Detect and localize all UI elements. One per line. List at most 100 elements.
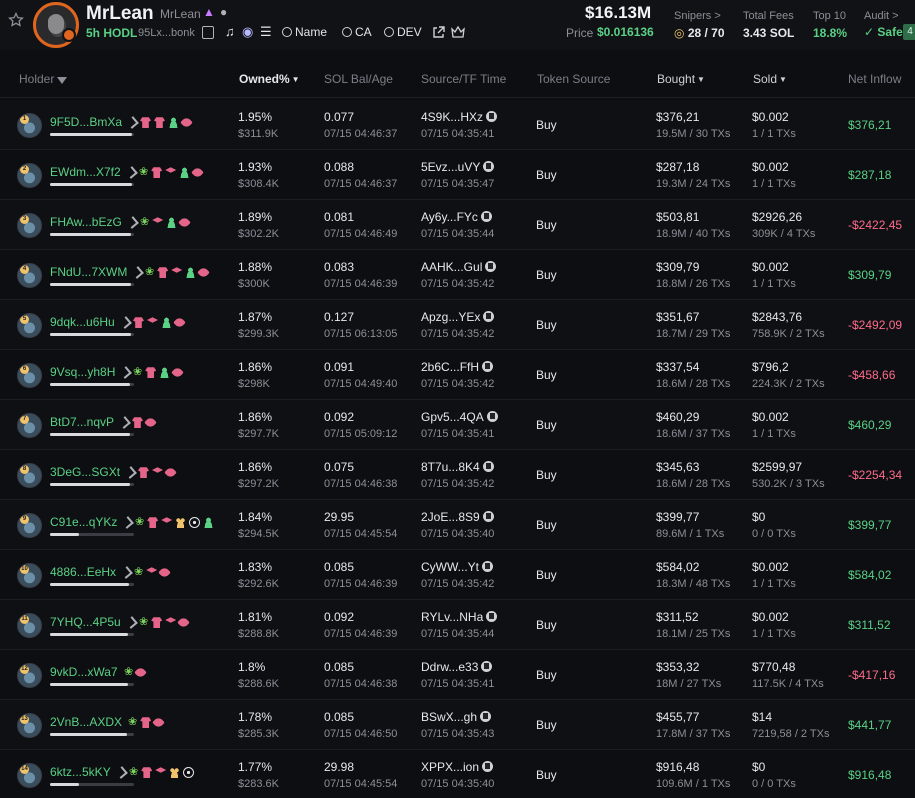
col-bought[interactable]: Bought ▼ xyxy=(657,72,705,86)
holder-address[interactable]: FNdU...7XWM xyxy=(50,265,127,279)
bought-usd: $345,63 xyxy=(656,460,700,474)
wallet-age: 07/15 04:45:54 xyxy=(324,778,398,790)
star-icon[interactable] xyxy=(8,12,24,28)
sprout-icon: ❀ xyxy=(135,516,145,529)
edit-icon xyxy=(125,616,138,630)
crown-icon[interactable] xyxy=(451,26,465,38)
col-sold[interactable]: Sold ▼ xyxy=(753,72,787,86)
table-row[interactable]: 9 C91e...qYKz ❀ 1.84% $294.5K 29.95 07/15 04:4… xyxy=(0,500,915,550)
col-token-source[interactable]: Token Source xyxy=(537,72,610,86)
holding-bar xyxy=(50,233,134,236)
filter-icon[interactable] xyxy=(57,77,68,84)
source-wallet[interactable]: 8T7u...8K4 xyxy=(421,460,494,474)
table-row[interactable]: 8 3DeG...SGXt 1.86% $297.2K 0.075 07/15 04:46… xyxy=(0,450,915,500)
source-wallet[interactable]: 4S9K...HXz xyxy=(421,110,498,124)
holder-address[interactable]: 6ktz...5kKY xyxy=(50,765,111,779)
table-row[interactable]: 2 EWdm...X7f2 ❀ 1.93% $308.4K 0.088 07/15 04:4… xyxy=(0,150,915,200)
bought-detail: 89.6M / 1 TXs xyxy=(656,528,725,540)
holder-address[interactable]: 2VnB...AXDX xyxy=(50,715,122,729)
source-wallet[interactable]: 5Evz...uVY xyxy=(421,160,495,174)
table-row[interactable]: 1 9F5D...BmXa 1.95% $311.9K 0.077 07/15 04:46… xyxy=(0,100,915,150)
source-wallet[interactable]: BSwX...gh xyxy=(421,710,492,724)
table-row[interactable]: 14 6ktz...5kKY ❀ 1.77% $283.6K 29.98 07/15 04:… xyxy=(0,750,915,798)
fish-icon xyxy=(197,266,211,280)
website-icon[interactable]: ☰ xyxy=(260,24,272,40)
sold-usd: $796,2 xyxy=(752,360,789,374)
token-source-type: Buy xyxy=(536,418,557,432)
fish-icon xyxy=(144,416,157,430)
contract-address[interactable]: 95Lx...bonk xyxy=(138,27,195,39)
search-ca-link[interactable]: CA xyxy=(342,25,372,39)
tf-time: 07/15 04:35:42 xyxy=(421,328,495,340)
wallet-age: 07/15 04:46:39 xyxy=(324,278,398,290)
tiktok-icon[interactable]: ♫ xyxy=(225,24,235,39)
source-wallet[interactable]: CyWW...Yt xyxy=(421,560,493,574)
holding-bar xyxy=(50,483,134,486)
tf-time: 07/15 04:35:41 xyxy=(421,678,495,690)
tf-time: 07/15 04:35:44 xyxy=(421,628,495,640)
stack-icon xyxy=(146,567,158,573)
source-wallet[interactable]: 2b6C...FfH xyxy=(421,360,494,374)
sold-detail: 1 / 1 TXs xyxy=(752,428,796,440)
holder-address[interactable]: 4886...EeHx xyxy=(50,565,116,579)
sol-balance: 0.085 xyxy=(324,560,355,574)
source-wallet[interactable]: Ay6y...FYc xyxy=(421,210,492,224)
source-wallet[interactable]: Gpv5...4QA xyxy=(421,410,498,424)
holder-address[interactable]: 9F5D...BmXa xyxy=(50,115,122,129)
col-source[interactable]: Source/TF Time xyxy=(421,72,506,86)
sold-detail: 1 / 1 TXs xyxy=(752,628,796,640)
source-wallet[interactable]: Apzg...YEx xyxy=(421,310,495,324)
wallet-tags xyxy=(118,414,158,430)
fish-icon xyxy=(134,666,148,680)
holder-address[interactable]: BtD7...nqvP xyxy=(50,415,114,429)
copy-icon[interactable] xyxy=(202,26,214,39)
rank-badge: 10 xyxy=(20,565,29,574)
audit-value: ✓ Safe xyxy=(864,25,903,39)
col-sol-balance[interactable]: SOL Bal/Age xyxy=(324,72,393,86)
source-wallet[interactable]: Ddrw...e33 xyxy=(421,660,493,674)
table-row[interactable]: 12 9vkD...xWa7 ❀ 1.8% $288.6K 0.085 07/15 04:4… xyxy=(0,650,915,700)
table-row[interactable]: 6 9Vsq...yh8H ❀ 1.86% $298K 0.091 07/15 04:49:… xyxy=(0,350,915,400)
holding-bar xyxy=(50,633,134,636)
source-wallet[interactable]: AAHK...Gul xyxy=(421,260,497,274)
source-wallet[interactable]: 2JoE...8S9 xyxy=(421,510,494,524)
external-link-icon[interactable] xyxy=(432,26,445,39)
search-dev-link[interactable]: DEV xyxy=(384,25,422,39)
edit-icon xyxy=(124,466,137,480)
holder-address[interactable]: EWdm...X7f2 xyxy=(50,165,121,179)
rank-badge: 8 xyxy=(20,465,29,474)
price-label: Price xyxy=(566,26,594,40)
snipers-label[interactable]: Snipers > xyxy=(674,10,721,22)
owned-usd: $288.8K xyxy=(238,628,279,640)
community-icon[interactable]: ◉ xyxy=(242,24,253,40)
table-row[interactable]: 4 FNdU...7XWM ❀ 1.88% $300K 0.083 07/15 04:46:… xyxy=(0,250,915,300)
table-row[interactable]: 7 BtD7...nqvP 1.86% $297.7K 0.092 07/15 05:09… xyxy=(0,400,915,450)
source-wallet[interactable]: XPPX...ion xyxy=(421,760,494,774)
audit-label[interactable]: Audit > xyxy=(864,10,899,22)
tf-time: 07/15 04:35:41 xyxy=(421,128,495,140)
holder-address[interactable]: C91e...qYKz xyxy=(50,515,117,529)
holder-address[interactable]: 3DeG...SGXt xyxy=(50,465,120,479)
holder-address[interactable]: 9Vsq...yh8H xyxy=(50,365,115,379)
holder-address[interactable]: FHAw...bEzG xyxy=(50,215,122,229)
bought-detail: 19.5M / 30 TXs xyxy=(656,128,731,140)
table-row[interactable]: 10 4886...EeHx ❀ 1.83% $292.6K 0.085 07/15 04:… xyxy=(0,550,915,600)
col-net-inflow[interactable]: Net Inflow xyxy=(848,72,901,86)
table-header: Holder Owned% ▼ SOL Bal/Age Source/TF Tim… xyxy=(0,62,915,98)
net-inflow: $460,29 xyxy=(848,418,892,432)
table-row[interactable]: 13 2VnB...AXDX ❀ 1.78% $285.3K 0.085 07/15 04:… xyxy=(0,700,915,750)
holding-bar xyxy=(50,333,134,336)
holder-address[interactable]: 7YHQ...4P5u xyxy=(50,615,121,629)
holder-address[interactable]: 9dqk...u6Hu xyxy=(50,315,115,329)
search-name-link[interactable]: Name xyxy=(282,25,327,39)
col-holder[interactable]: Holder xyxy=(19,72,68,86)
sol-balance: 0.092 xyxy=(324,610,355,624)
col-owned[interactable]: Owned% ▼ xyxy=(239,72,300,86)
owned-percent: 1.8% xyxy=(238,660,266,674)
table-row[interactable]: 11 7YHQ...4P5u ❀ 1.81% $288.8K 0.092 07/15 04:… xyxy=(0,600,915,650)
table-row[interactable]: 3 FHAw...bEzG ❀ 1.89% $302.2K 0.081 07/15 04:4… xyxy=(0,200,915,250)
table-row[interactable]: 5 9dqk...u6Hu 1.87% $299.3K 0.127 07/15 06:13… xyxy=(0,300,915,350)
holder-address[interactable]: 9vkD...xWa7 xyxy=(50,665,118,679)
source-icon xyxy=(482,561,493,572)
source-wallet[interactable]: RYLv...NHa xyxy=(421,610,498,624)
